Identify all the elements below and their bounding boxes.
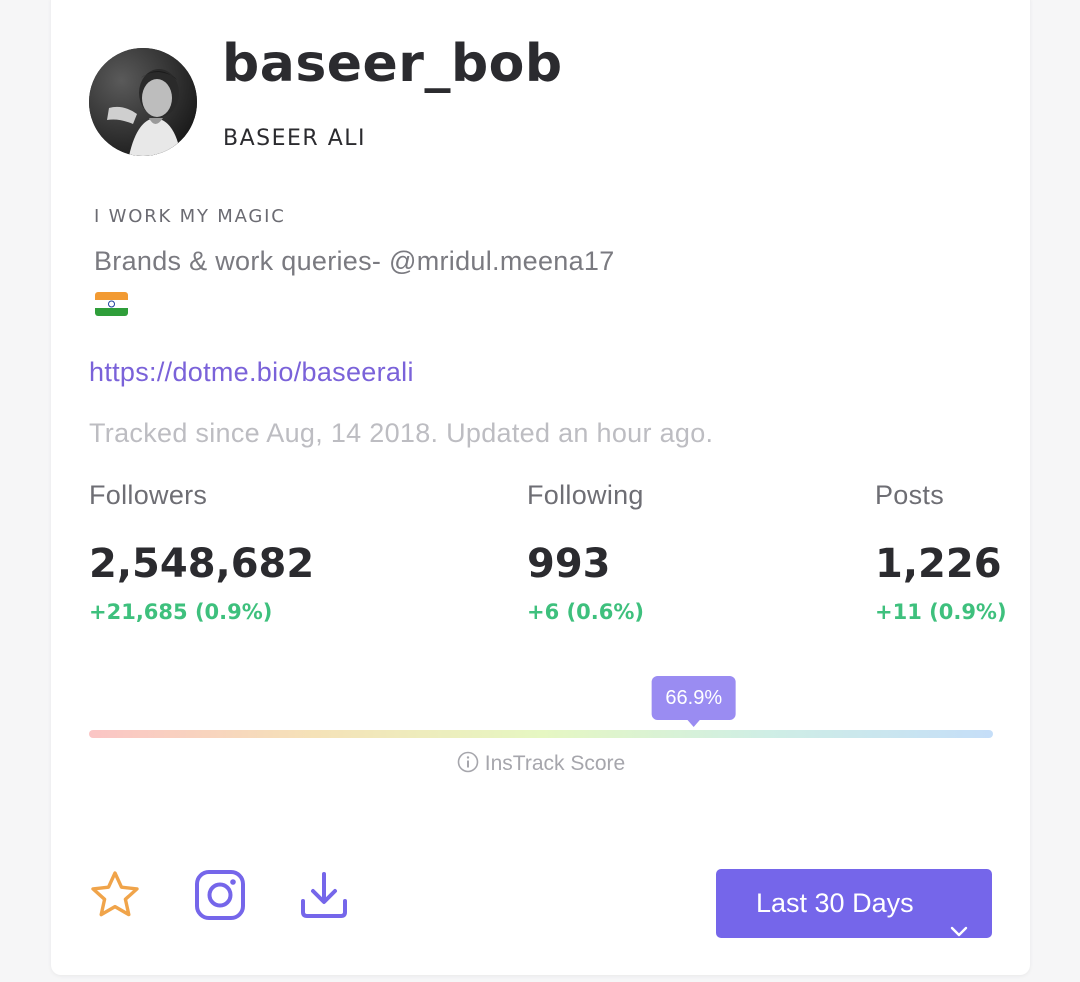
period-dropdown[interactable]: Last 30 Days [716,869,992,938]
following-count: 993 [527,541,611,587]
followers-count: 2,548,682 [89,541,315,587]
info-icon[interactable] [457,751,479,780]
instagram-icon[interactable] [193,868,247,922]
period-label: Last 30 Days [756,888,914,918]
score-value-badge: 66.9% [651,676,737,727]
posts-count: 1,226 [875,541,1002,587]
profile-card: baseer_bob BASEER ALI I WORK MY MAGIC Br… [51,0,1030,975]
bio-title: I WORK MY MAGIC [94,206,286,227]
avatar-photo [89,48,197,156]
username: baseer_bob [222,34,563,94]
bio-text: Brands & work queries- @mridul.meena17 [94,246,615,276]
following-change: +6 (0.6%) [527,600,644,624]
tracking-status: Tracked since Aug, 14 2018. Updated an h… [89,418,714,448]
score-gradient-bar [89,730,993,738]
followers-change: +21,685 (0.9%) [89,600,273,624]
profile-link[interactable]: https://dotme.bio/baseerali [89,355,414,389]
india-flag-icon [95,292,128,316]
score-caption[interactable]: InsTrack Score [89,751,993,780]
download-icon[interactable] [297,868,351,922]
following-label: Following [527,480,644,510]
followers-stat: Followers 2,548,682 +21,685 (0.9%) [89,478,314,626]
chevron-down-icon [950,895,968,964]
score-caption-label: InsTrack Score [484,752,626,775]
full-name: BASEER ALI [223,126,366,151]
instrack-score: 66.9% InsTrack Score [89,675,993,785]
followers-label: Followers [89,480,208,510]
posts-stat: Posts 1,226 +11 (0.9%) [875,478,1007,626]
posts-change: +11 (0.9%) [875,600,1007,624]
following-stat: Following 993 +6 (0.6%) [527,478,644,626]
star-icon[interactable] [88,868,142,922]
posts-label: Posts [875,480,945,510]
avatar[interactable] [89,48,197,156]
